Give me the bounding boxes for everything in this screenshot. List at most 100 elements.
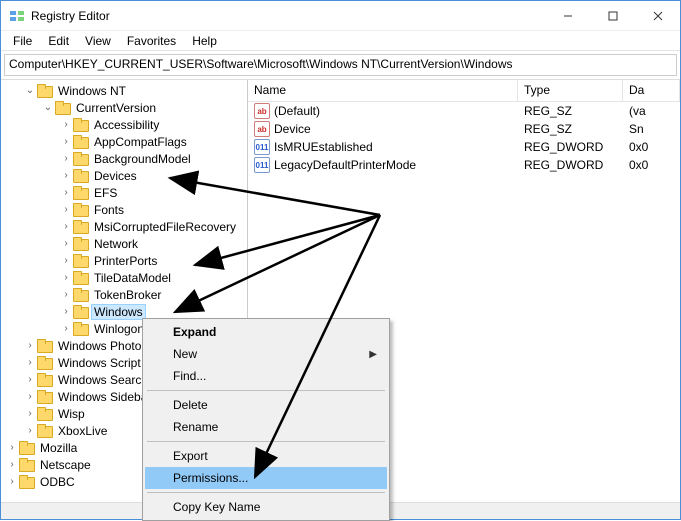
chevron-right-icon: ▶ xyxy=(369,349,377,360)
tree-item[interactable]: ›PrinterPorts xyxy=(1,252,247,269)
chevron-right-icon[interactable]: › xyxy=(59,237,73,251)
folder-icon xyxy=(37,390,53,404)
app-icon xyxy=(9,8,25,24)
tree-windows-nt[interactable]: ⌄ Windows NT xyxy=(1,82,247,99)
tree-item[interactable]: ›BackgroundModel xyxy=(1,150,247,167)
minimize-button[interactable] xyxy=(545,1,590,31)
column-name[interactable]: Name xyxy=(248,80,518,101)
value-row[interactable]: ab(Default)REG_SZ(va xyxy=(248,102,680,120)
folder-icon xyxy=(73,254,89,268)
tree-item[interactable]: ›TileDataModel xyxy=(1,269,247,286)
separator xyxy=(147,492,385,493)
chevron-right-icon[interactable]: › xyxy=(59,271,73,285)
column-type[interactable]: Type xyxy=(518,80,623,101)
folder-icon xyxy=(73,220,89,234)
chevron-right-icon[interactable]: › xyxy=(59,186,73,200)
tree-item[interactable]: ›MsiCorruptedFileRecovery xyxy=(1,218,247,235)
ctx-delete[interactable]: Delete xyxy=(145,394,387,416)
chevron-right-icon[interactable]: › xyxy=(23,390,37,404)
folder-icon xyxy=(73,169,89,183)
folder-icon xyxy=(73,288,89,302)
folder-icon xyxy=(37,339,53,353)
tree-item[interactable]: ›Devices xyxy=(1,167,247,184)
tree-item[interactable]: ›EFS xyxy=(1,184,247,201)
column-data[interactable]: Da xyxy=(623,80,680,101)
tree-item[interactable]: ›Accessibility xyxy=(1,116,247,133)
chevron-right-icon[interactable]: › xyxy=(5,458,19,472)
chevron-right-icon[interactable]: › xyxy=(23,356,37,370)
tree-item[interactable]: ›Fonts xyxy=(1,201,247,218)
menu-view[interactable]: View xyxy=(77,32,119,50)
folder-icon xyxy=(73,271,89,285)
address-bar[interactable]: Computer\HKEY_CURRENT_USER\Software\Micr… xyxy=(4,54,677,76)
folder-icon xyxy=(19,475,35,489)
value-type-icon: ab xyxy=(254,103,270,119)
titlebar: Registry Editor xyxy=(1,1,680,31)
tree-item[interactable]: ›AppCompatFlags xyxy=(1,133,247,150)
ctx-new[interactable]: New ▶ xyxy=(145,343,387,365)
ctx-expand[interactable]: Expand xyxy=(145,321,387,343)
chevron-right-icon[interactable]: › xyxy=(23,424,37,438)
folder-icon xyxy=(73,237,89,251)
folder-icon xyxy=(73,203,89,217)
ctx-permissions[interactable]: Permissions... xyxy=(145,467,387,489)
window-controls xyxy=(545,1,680,31)
folder-icon xyxy=(73,152,89,166)
chevron-right-icon[interactable]: › xyxy=(23,373,37,387)
folder-icon xyxy=(55,101,71,115)
chevron-down-icon[interactable]: ⌄ xyxy=(23,84,37,98)
chevron-right-icon[interactable]: › xyxy=(59,169,73,183)
tree-item[interactable]: ›Network xyxy=(1,235,247,252)
close-button[interactable] xyxy=(635,1,680,31)
tree-currentversion[interactable]: ⌄ CurrentVersion xyxy=(1,99,247,116)
chevron-right-icon[interactable]: › xyxy=(5,441,19,455)
window-title: Registry Editor xyxy=(31,9,545,23)
folder-icon xyxy=(19,441,35,455)
menu-help[interactable]: Help xyxy=(184,32,225,50)
folder-icon xyxy=(19,458,35,472)
folder-icon xyxy=(73,305,89,319)
chevron-down-icon[interactable]: ⌄ xyxy=(41,101,55,115)
chevron-right-icon[interactable]: › xyxy=(59,305,73,319)
separator xyxy=(147,441,385,442)
folder-icon xyxy=(37,356,53,370)
menu-file[interactable]: File xyxy=(5,32,40,50)
registry-editor-window: Registry Editor File Edit View Favorites… xyxy=(0,0,681,520)
chevron-right-icon[interactable]: › xyxy=(59,203,73,217)
ctx-rename[interactable]: Rename xyxy=(145,416,387,438)
ctx-find[interactable]: Find... xyxy=(145,365,387,387)
folder-icon xyxy=(37,407,53,421)
menu-favorites[interactable]: Favorites xyxy=(119,32,184,50)
chevron-right-icon[interactable]: › xyxy=(59,118,73,132)
folder-icon xyxy=(73,186,89,200)
chevron-right-icon[interactable]: › xyxy=(59,322,73,336)
folder-icon xyxy=(37,373,53,387)
folder-icon xyxy=(37,84,53,98)
chevron-right-icon[interactable]: › xyxy=(59,135,73,149)
list-body: ab(Default)REG_SZ(vaabDeviceREG_SZSn011I… xyxy=(248,102,680,174)
maximize-button[interactable] xyxy=(590,1,635,31)
chevron-right-icon[interactable]: › xyxy=(59,152,73,166)
value-row[interactable]: abDeviceREG_SZSn xyxy=(248,120,680,138)
tree-item[interactable]: ›TokenBroker xyxy=(1,286,247,303)
chevron-right-icon[interactable]: › xyxy=(59,288,73,302)
ctx-export[interactable]: Export xyxy=(145,445,387,467)
chevron-right-icon[interactable]: › xyxy=(5,475,19,489)
folder-icon xyxy=(73,135,89,149)
chevron-right-icon[interactable]: › xyxy=(59,220,73,234)
menu-edit[interactable]: Edit xyxy=(40,32,77,50)
separator xyxy=(147,390,385,391)
folder-icon xyxy=(37,424,53,438)
value-row[interactable]: 011IsMRUEstablishedREG_DWORD0x0 xyxy=(248,138,680,156)
chevron-right-icon[interactable]: › xyxy=(59,254,73,268)
value-row[interactable]: 011LegacyDefaultPrinterModeREG_DWORD0x0 xyxy=(248,156,680,174)
chevron-right-icon[interactable]: › xyxy=(23,407,37,421)
ctx-copy-key-name[interactable]: Copy Key Name xyxy=(145,496,387,518)
value-type-icon: 011 xyxy=(254,157,270,173)
folder-icon xyxy=(73,118,89,132)
context-menu: Expand New ▶ Find... Delete Rename Expor… xyxy=(142,318,390,521)
folder-icon xyxy=(73,322,89,336)
value-type-icon: 011 xyxy=(254,139,270,155)
menubar: File Edit View Favorites Help xyxy=(1,31,680,51)
chevron-right-icon[interactable]: › xyxy=(23,339,37,353)
